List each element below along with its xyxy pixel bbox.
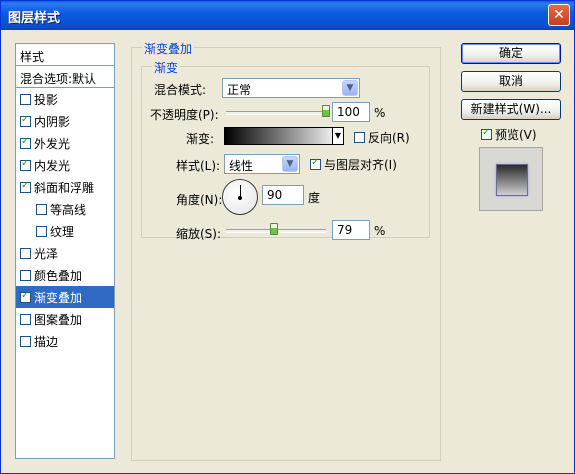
gradient-overlay-legend: 渐变叠加 [142,40,195,57]
style-item-checkbox[interactable] [20,136,31,149]
style-items: 投影内阴影外发光内发光斜面和浮雕等高线纹理光泽颜色叠加渐变叠加图案叠加描边 [16,88,114,352]
opacity-unit: % [374,106,386,120]
style-item[interactable]: 等高线 [16,198,114,220]
scale-label: 缩放(S): [176,227,222,241]
style-item-checkbox[interactable] [20,290,31,303]
blending-options-item[interactable]: 混合选项:默认 [16,66,114,88]
style-item[interactable]: 描边 [16,330,114,352]
align-checkbox-row[interactable]: 与图层对齐(I) [310,156,397,173]
style-item[interactable]: 光泽 [16,242,114,264]
preview-checkbox[interactable] [481,127,492,140]
reverse-checkbox-row[interactable]: 反向(R) [354,129,410,146]
opacity-slider-thumb[interactable] [322,105,330,117]
style-item-label: 内发光 [34,158,71,173]
chevron-down-icon[interactable]: ▼ [282,156,298,172]
gradient-dropdown-icon[interactable]: ▼ [332,127,344,145]
cancel-button[interactable]: 取消 [461,71,561,92]
gradient-swatch[interactable] [224,127,342,145]
blend-mode-label: 混合模式: [154,83,207,97]
style-item-label: 光泽 [34,246,59,261]
reverse-checkbox[interactable] [354,132,365,143]
gradient-label: 渐变: [186,132,215,146]
gradient-overlay-group: 渐变叠加 渐变 混合模式: 正常 ▼ 不透明度(P): 100 % 渐变: ▼ [131,40,441,461]
style-select[interactable]: 线性 ▼ [224,154,300,174]
style-item-label: 斜面和浮雕 [34,180,95,195]
style-item-checkbox[interactable] [36,225,47,237]
opacity-label: 不透明度(P): [150,108,219,122]
style-item-label: 图案叠加 [34,312,83,327]
angle-input[interactable]: 90 [262,185,304,205]
style-item-checkbox[interactable] [20,269,31,281]
style-item[interactable]: 图案叠加 [16,308,114,330]
preview-checkbox-row[interactable]: 预览(V) [481,126,537,143]
title-bar[interactable]: 图层样式 ✕ [1,1,574,30]
preview-swatch [496,164,528,196]
style-item-label: 等高线 [50,202,87,217]
angle-label: 角度(N): [176,193,223,207]
style-item[interactable]: 投影 [16,88,114,110]
blend-mode-value: 正常 [227,83,252,97]
layer-style-dialog: 图层样式 ✕ 样式 混合选项:默认 投影内阴影外发光内发光斜面和浮雕等高线纹理光… [0,0,575,474]
angle-dial-icon[interactable] [222,179,258,215]
angle-unit: 度 [308,191,321,205]
style-item-label: 内阴影 [34,114,71,129]
gradient-subgroup: 渐变 混合模式: 正常 ▼ 不透明度(P): 100 % 渐变: ▼ 反向(R)… [141,59,430,241]
scale-unit: % [374,224,386,238]
style-item-checkbox[interactable] [20,247,31,259]
style-item-checkbox[interactable] [20,158,31,171]
style-item[interactable]: 颜色叠加 [16,264,114,286]
style-preview-thumbnail [479,147,543,211]
reverse-label: 反向(R) [368,131,410,145]
style-label: 样式(L): [176,159,221,173]
align-label: 与图层对齐(I) [324,158,397,172]
chevron-down-icon[interactable]: ▼ [342,80,358,96]
style-item-label: 投影 [34,92,59,107]
style-item-checkbox[interactable] [20,313,31,325]
style-item-label: 颜色叠加 [34,268,83,283]
style-item-checkbox[interactable] [20,114,31,127]
style-item[interactable]: 纹理 [16,220,114,242]
gradient-legend: 渐变 [152,59,181,76]
style-item-checkbox[interactable] [36,203,47,215]
scale-slider-thumb[interactable] [270,223,278,235]
style-item[interactable]: 内阴影 [16,110,114,132]
styles-header[interactable]: 样式 [16,44,114,66]
style-item-label: 纹理 [50,224,75,239]
style-item[interactable]: 渐变叠加 [16,286,114,308]
style-item[interactable]: 内发光 [16,154,114,176]
align-with-layer-checkbox[interactable] [310,157,321,170]
style-item-label: 渐变叠加 [34,290,83,305]
blend-mode-select[interactable]: 正常 ▼ [222,78,360,98]
scale-input[interactable]: 79 [332,220,370,240]
styles-list: 样式 混合选项:默认 投影内阴影外发光内发光斜面和浮雕等高线纹理光泽颜色叠加渐变… [15,43,115,459]
style-item[interactable]: 外发光 [16,132,114,154]
style-item-checkbox[interactable] [20,335,31,347]
opacity-input[interactable]: 100 [332,102,370,122]
preview-label: 预览(V) [495,128,537,142]
opacity-slider[interactable] [226,111,326,115]
dialog-client: 样式 混合选项:默认 投影内阴影外发光内发光斜面和浮雕等高线纹理光泽颜色叠加渐变… [5,31,570,471]
style-item[interactable]: 斜面和浮雕 [16,176,114,198]
dialog-title: 图层样式 [8,11,61,26]
style-item-label: 外发光 [34,136,71,151]
style-item-checkbox[interactable] [20,93,31,105]
style-item-label: 描边 [34,334,59,349]
close-icon[interactable]: ✕ [548,4,570,26]
style-item-checkbox[interactable] [20,180,31,193]
style-value: 线性 [229,159,254,173]
new-style-button[interactable]: 新建样式(W)... [461,99,561,120]
ok-button[interactable]: 确定 [461,43,561,64]
